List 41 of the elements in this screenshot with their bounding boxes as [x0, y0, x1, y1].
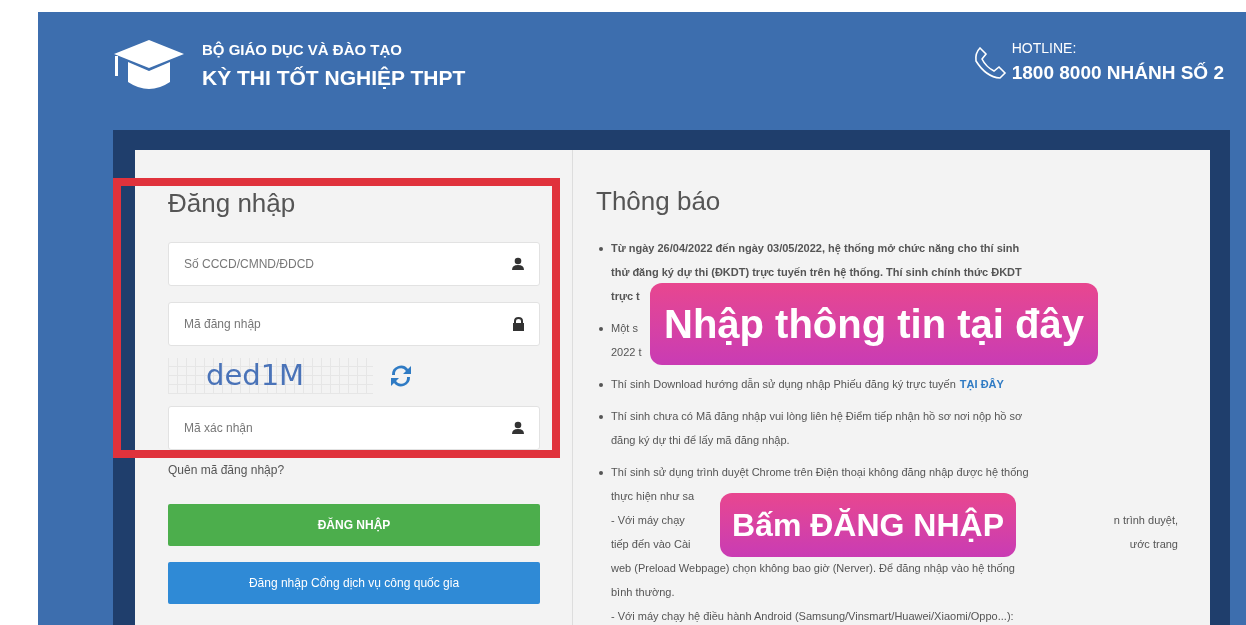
notice-text: Thí sinh sử dụng trình duyệt Chrome trên Điện thoại không đăng nhập được hệ thống: [611, 465, 1029, 480]
notice-text: bình thường.: [611, 585, 675, 600]
org-name: BỘ GIÁO DỤC VÀ ĐÀO TẠO: [202, 40, 403, 60]
notice-text: web (Preload Webpage) chọn không bao giờ (Nerver). Để đăng nhập vào hệ thống: [611, 561, 1015, 576]
captcha-image: ded1M: [168, 358, 373, 394]
forgot-code-link[interactable]: Quên mã đăng nhập?: [168, 461, 540, 479]
bullet-icon: [599, 415, 603, 419]
callout-label: Nhập thông tin tại đây: [650, 283, 1098, 365]
bullet-icon: [599, 471, 603, 475]
notice-text: thử đăng ký dự thi (ĐKDT) trực tuyến trên hệ thống. Thí sinh chính thức ĐKDT: [611, 265, 1022, 281]
notice-text: - Với máy chạy hệ điều hành Android (Samsung/Vinsmart/Huawei/Xiaomi/Oppo...):: [611, 609, 1014, 624]
exam-title: KỲ THI TỐT NGHIỆP THPT: [202, 64, 466, 91]
notice-text: - Với máy chạy: [611, 513, 685, 528]
notice-text: tiếp đến vào Cài: [611, 537, 691, 552]
login-title: Đăng nhập: [168, 187, 297, 220]
user-icon: [511, 421, 525, 435]
hotline-label: HOTLINE:: [1011, 39, 1078, 58]
notice-text: đăng ký dự thi để lấy mã đăng nhập.: [611, 433, 790, 448]
login-button[interactable]: ĐĂNG NHẬP: [168, 504, 540, 546]
lock-icon: [512, 317, 525, 331]
notice-title: Thông báo: [596, 185, 722, 218]
notice-text: Thí sinh chưa có Mã đăng nhập vui lòng liên hệ Điểm tiếp nhận hồ sơ nơi nộp hồ sơ: [611, 409, 1023, 424]
national-portal-button[interactable]: Đăng nhập Cổng dịch vụ công quốc gia: [168, 562, 540, 604]
notice-text: n trình duyệt,: [1113, 513, 1178, 528]
input-field[interactable]: Mã đăng nhập: [168, 302, 540, 346]
here-link[interactable]: TẠI ĐÂY: [959, 372, 1004, 396]
user-icon: [511, 257, 525, 271]
notice-text: 2022 t: [611, 345, 642, 360]
bullet-icon: [599, 327, 603, 331]
notice-text: ước trang: [1129, 537, 1178, 552]
bullet-icon: [599, 247, 603, 251]
notice-text: Thí sinh Download hướng dẫn sử dụng nhập Phiếu đăng ký trực tuyến: [611, 377, 956, 392]
notice-text: Một s: [611, 321, 638, 336]
notice-text: trực t: [611, 289, 640, 305]
notice-text: thực hiện như sa: [611, 489, 695, 504]
callout-label: Bấm ĐĂNG NHẬP: [720, 493, 1017, 557]
hotline-number: 1800 8000 NHÁNH SỐ 2: [1011, 61, 1224, 85]
input-field[interactable]: Số CCCD/CMND/ĐDCD: [168, 242, 540, 286]
bullet-icon: [599, 383, 603, 387]
notice-text: Từ ngày 26/04/2022 đến ngày 03/05/2022, hệ thống mở chức năng cho thí sinh: [611, 241, 1020, 257]
input-field[interactable]: Mã xác nhận: [168, 406, 540, 450]
